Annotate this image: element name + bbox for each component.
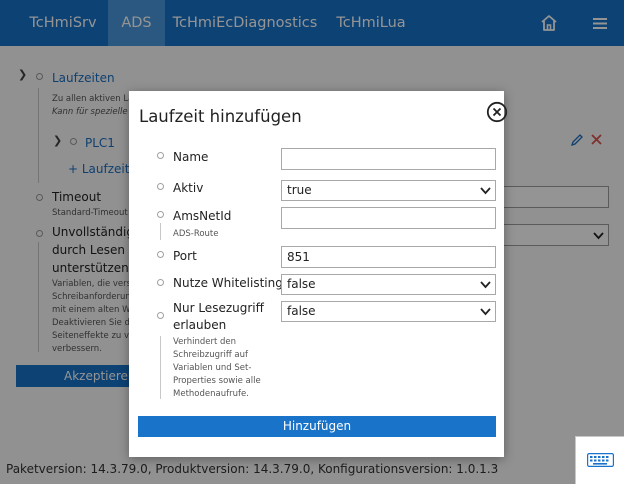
hint-guide-line [160, 336, 161, 399]
readonly-hint-1: Verhindert den [173, 337, 237, 347]
keyboard-toggle-button[interactable] [575, 436, 624, 484]
active-select-value: true [287, 183, 312, 197]
field-status-icon [157, 312, 164, 319]
port-label: Port [173, 249, 197, 263]
chevron-down-icon [480, 187, 491, 195]
close-circle-icon[interactable] [486, 101, 508, 123]
amsnetid-hint: ADS-Route [173, 229, 219, 239]
name-input[interactable] [281, 148, 496, 170]
readonly-label-line1: Nur Lesezugriff [173, 301, 264, 315]
active-select[interactable]: true [281, 180, 496, 201]
hint-guide-line [160, 223, 161, 240]
name-label: Name [173, 150, 209, 164]
whitelist-select-value: false [287, 277, 316, 291]
readonly-select-value: false [287, 304, 316, 318]
readonly-hint-5: Methodenaufrufe. [173, 389, 249, 399]
active-label: Aktiv [173, 181, 204, 195]
add-runtime-dialog: Laufzeit hinzufügen Name Aktiv true AmsN… [129, 91, 508, 457]
whitelist-label: Nutze Whitelisting [173, 276, 283, 290]
readonly-label-line2: erlauben [173, 318, 227, 332]
amsnetid-input[interactable] [281, 207, 496, 229]
whitelist-select[interactable]: false [281, 274, 496, 295]
dialog-title: Laufzeit hinzufügen [139, 107, 302, 126]
readonly-select[interactable]: false [281, 301, 496, 322]
amsnetid-label: AmsNetId [173, 209, 232, 223]
field-status-icon [157, 279, 164, 286]
readonly-hint-2: Schreibzugriff auf [173, 350, 248, 360]
field-status-icon [157, 152, 164, 159]
chevron-down-icon [480, 281, 491, 289]
readonly-hint-4: Properties sowie alle [173, 376, 261, 386]
field-status-icon [157, 251, 164, 258]
port-input[interactable]: 851 [281, 246, 496, 268]
keyboard-icon [587, 453, 614, 467]
field-status-icon [157, 183, 164, 190]
readonly-hint-3: Variablen und Set- [173, 363, 252, 373]
field-status-icon [157, 211, 164, 218]
add-runtime-submit-button[interactable]: Hinzufügen [138, 416, 496, 437]
chevron-down-icon [480, 308, 491, 316]
